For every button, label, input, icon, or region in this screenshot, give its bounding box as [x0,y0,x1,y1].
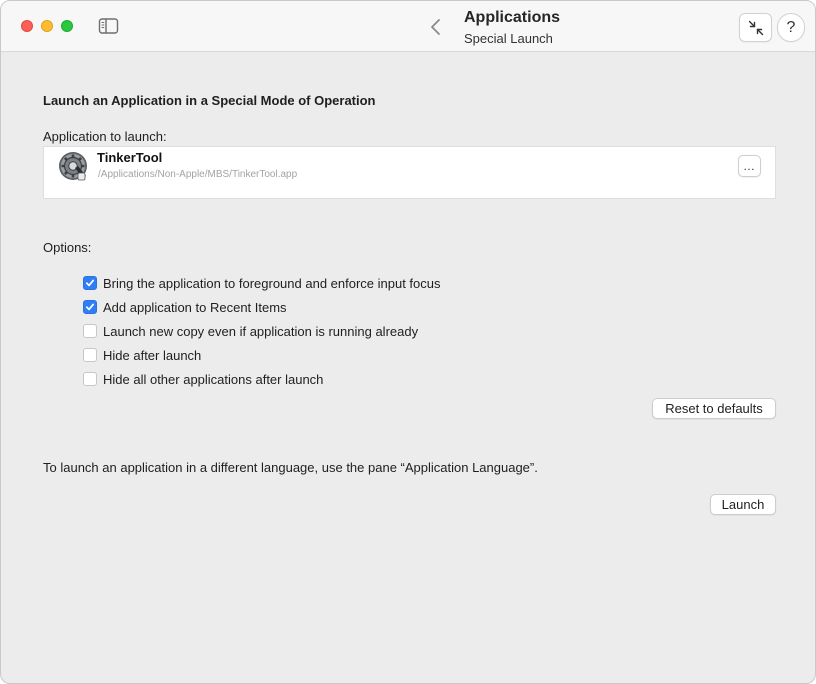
minimize-window-button[interactable] [41,20,53,32]
choose-app-button[interactable]: … [738,155,761,177]
option-hide-others[interactable]: Hide all other applications after launch [83,371,323,387]
back-chevron-icon[interactable] [427,16,445,38]
option-label: Add application to Recent Items [103,299,287,315]
gear-app-icon [58,151,88,181]
option-label: Launch new copy even if application is r… [103,323,419,339]
sidebar-toggle-icon[interactable] [98,17,120,35]
option-label: Bring the application to foreground and … [103,275,441,291]
language-note: To launch an application in a different … [43,460,538,475]
app-to-launch-label: Application to launch: [43,129,167,144]
option-label: Hide after launch [103,347,202,363]
zoom-window-button[interactable] [61,20,73,32]
options-label: Options: [43,240,92,255]
window-title: Applications [464,9,561,26]
collapse-button[interactable] [739,13,772,42]
app-window: Applications Special Launch ? Launch an … [0,0,816,684]
checkbox-unchecked[interactable] [83,324,97,338]
collapse-arrows-icon [748,20,763,35]
option-foreground-focus[interactable]: Bring the application to foreground and … [83,275,441,291]
reset-defaults-button[interactable]: Reset to defaults [652,398,776,419]
checkbox-unchecked[interactable] [83,348,97,362]
app-path: /Applications/Non-Apple/MBS/TinkerTool.a… [98,169,298,180]
close-window-button[interactable] [21,20,33,32]
option-hide-after-launch[interactable]: Hide after launch [83,347,201,363]
application-selector[interactable]: TinkerTool /Applications/Non-Apple/MBS/T… [43,146,776,199]
option-label: Hide all other applications after launch [103,371,324,387]
checkbox-checked[interactable] [83,276,97,290]
option-new-copy[interactable]: Launch new copy even if application is r… [83,323,418,339]
section-heading: Launch an Application in a Special Mode … [43,93,376,108]
app-name: TinkerTool [97,150,163,165]
window-subtitle: Special Launch [464,31,553,46]
title-bar: Applications Special Launch ? [1,1,815,52]
checkbox-unchecked[interactable] [83,372,97,386]
checkbox-checked[interactable] [83,300,97,314]
option-recent-items[interactable]: Add application to Recent Items [83,299,287,315]
help-button[interactable]: ? [777,13,805,42]
launch-button[interactable]: Launch [710,494,776,515]
